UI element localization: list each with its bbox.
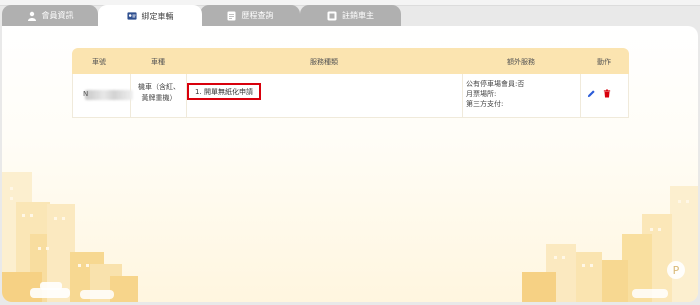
- header-plate: 車號: [92, 58, 106, 66]
- header-service-type: 服務種類: [310, 58, 338, 66]
- header-extra-service: 額外服務: [507, 58, 535, 66]
- column-divider: [462, 74, 463, 117]
- vehicle-table: 車號 車種 服務種類 額外服務 動作 N 機車（含紅、 黃牌重機） 1. 開單無…: [72, 48, 629, 118]
- content-panel: P 車號 車種 服務種類 額外服務 動作 N 機車（含紅、 黃牌重機） 1. 開…: [2, 26, 698, 302]
- column-divider: [580, 74, 581, 117]
- tab-label: 會員資訊: [41, 11, 74, 20]
- svg-text:P: P: [673, 264, 680, 277]
- header-actions: 動作: [597, 58, 611, 66]
- service-type-highlight: 1. 開單無紙化申請: [187, 83, 261, 100]
- vehicle-type-line: 機車（含紅、: [138, 83, 180, 91]
- tab-label: 綁定車輛: [141, 11, 174, 21]
- plate-number-prefix: N: [83, 90, 89, 98]
- delete-trash-icon[interactable]: [602, 88, 612, 98]
- tab-bar: 會員資訊 綁定車輛 歷程查詢 註銷車主: [0, 5, 700, 27]
- edit-pencil-icon[interactable]: [586, 88, 596, 98]
- vehicle-id-card-icon: [126, 11, 137, 21]
- tab-member-info[interactable]: 會員資訊: [2, 5, 98, 26]
- tab-deregister[interactable]: 註銷車主: [300, 5, 401, 26]
- tab-label: 歷程查詢: [241, 11, 274, 20]
- extra-service-line: 月票場所:: [466, 90, 497, 98]
- tab-history[interactable]: 歷程查詢: [200, 5, 300, 26]
- header-vehicle-type: 車種: [151, 58, 165, 66]
- table-row: N 機車（含紅、 黃牌重機） 1. 開單無紙化申請 公有停車場會員:否 月票場所…: [72, 74, 629, 118]
- document-icon: [227, 11, 237, 21]
- extra-service-line: 公有停車場會員:否: [466, 80, 525, 88]
- vehicle-type-cell: 機車（含紅、 黃牌重機）: [131, 82, 187, 104]
- service-type-text: 1. 開單無紙化申請: [195, 87, 253, 96]
- plate-number-blurred: [85, 90, 133, 100]
- extra-service-line: 第三方支付:: [466, 100, 504, 108]
- user-icon: [27, 11, 37, 21]
- extra-service-cell: 公有停車場會員:否 月票場所: 第三方支付:: [466, 79, 524, 109]
- deregister-icon: [327, 11, 337, 21]
- tab-bound-vehicles[interactable]: 綁定車輛: [98, 5, 202, 27]
- row-actions: [586, 88, 612, 98]
- tab-label: 註銷車主: [342, 11, 374, 20]
- vehicle-type-line: 黃牌重機）: [141, 94, 177, 102]
- table-header: 車號 車種 服務種類 額外服務 動作: [72, 48, 629, 74]
- city-skyline-illustration: P: [2, 172, 698, 302]
